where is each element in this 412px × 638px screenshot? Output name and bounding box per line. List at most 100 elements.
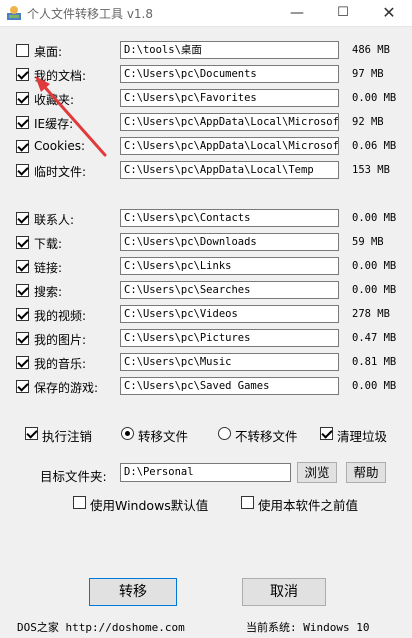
contacts-checkbox[interactable] xyxy=(16,212,29,225)
mode-no-transfer-radio[interactable] xyxy=(218,427,231,440)
previous-value-checkbox[interactable] xyxy=(241,496,254,509)
ie-cache-label: IE缓存: xyxy=(34,117,74,131)
pictures-label: 我的图片: xyxy=(34,333,87,347)
cookies-path-field[interactable]: C:\Users\pc\AppData\Local\Microsoft\ xyxy=(120,137,339,155)
videos-checkbox[interactable] xyxy=(16,308,29,321)
folder-row-cookies: Cookies: C:\Users\pc\AppData\Local\Micro… xyxy=(14,137,402,157)
downloads-size: 59 MB xyxy=(352,236,384,248)
window-title: 个人文件转移工具 v1.8 xyxy=(27,7,154,21)
documents-size: 97 MB xyxy=(352,68,384,80)
favorites-path-field[interactable]: C:\Users\pc\Favorites xyxy=(120,89,339,107)
folder-row-ie-cache: IE缓存: C:\Users\pc\AppData\Local\Microsof… xyxy=(14,113,402,133)
links-size: 0.00 MB xyxy=(352,260,397,272)
music-path-field[interactable]: C:\Users\pc\Music xyxy=(120,353,339,371)
contacts-path-field[interactable]: C:\Users\pc\Contacts xyxy=(120,209,339,227)
ie-cache-checkbox[interactable] xyxy=(16,116,29,129)
desktop-size: 486 MB xyxy=(352,44,390,56)
searches-size: 0.00 MB xyxy=(352,284,397,296)
downloads-path-field[interactable]: C:\Users\pc\Downloads xyxy=(120,233,339,251)
cookies-checkbox[interactable] xyxy=(16,140,29,153)
execute-logoff-checkbox[interactable] xyxy=(25,427,38,440)
folder-row-favorites: 收藏夹: C:\Users\pc\Favorites 0.00 MB xyxy=(14,89,402,109)
execute-logoff-label: 执行注销 xyxy=(42,429,93,444)
music-checkbox[interactable] xyxy=(16,356,29,369)
folder-row-contacts: 联系人: C:\Users\pc\Contacts 0.00 MB xyxy=(14,209,402,229)
temp-label: 临时文件: xyxy=(34,165,87,179)
close-button[interactable]: ✕ xyxy=(366,0,412,26)
folder-row-links: 链接: C:\Users\pc\Links 0.00 MB xyxy=(14,257,402,277)
folder-row-documents: 我的文档: C:\Users\pc\Documents 97 MB xyxy=(14,65,402,85)
mode-transfer-radio[interactable] xyxy=(121,427,134,440)
folder-row-downloads: 下载: C:\Users\pc\Downloads 59 MB xyxy=(14,233,402,253)
favorites-checkbox[interactable] xyxy=(16,92,29,105)
contacts-size: 0.00 MB xyxy=(352,212,397,224)
links-label: 链接: xyxy=(34,261,63,275)
searches-label: 搜索: xyxy=(34,285,63,299)
cancel-button[interactable]: 取消 xyxy=(242,578,326,606)
cookies-label: Cookies: xyxy=(34,139,86,153)
saved-games-checkbox[interactable] xyxy=(16,380,29,393)
links-checkbox[interactable] xyxy=(16,260,29,273)
documents-checkbox[interactable] xyxy=(16,68,29,81)
folder-row-music: 我的音乐: C:\Users\pc\Music 0.81 MB xyxy=(14,353,402,373)
mode-no-transfer-label: 不转移文件 xyxy=(235,429,298,444)
saved-games-label: 保存的游戏: xyxy=(34,381,99,395)
footer-system-info: 当前系统: Windows 10 xyxy=(246,621,370,634)
pictures-path-field[interactable]: C:\Users\pc\Pictures xyxy=(120,329,339,347)
maximize-button[interactable]: ☐ xyxy=(320,0,366,26)
execute-logoff-option[interactable]: 执行注销 xyxy=(25,425,115,444)
folder-row-saved-games: 保存的游戏: C:\Users\pc\Saved Games 0.00 MB xyxy=(14,377,402,397)
windows-default-label: 使用Windows默认值 xyxy=(90,498,209,513)
saved-games-size: 0.00 MB xyxy=(352,380,397,392)
temp-path-field[interactable]: C:\Users\pc\AppData\Local\Temp xyxy=(120,161,339,179)
videos-label: 我的视频: xyxy=(34,309,87,323)
downloads-checkbox[interactable] xyxy=(16,236,29,249)
mode-no-transfer-option[interactable]: 不转移文件 xyxy=(218,425,318,444)
documents-path-field[interactable]: C:\Users\pc\Documents xyxy=(120,65,339,83)
music-label: 我的音乐: xyxy=(34,357,87,371)
cookies-size: 0.06 MB xyxy=(352,140,397,152)
folder-row-searches: 搜索: C:\Users\pc\Searches 0.00 MB xyxy=(14,281,402,301)
ie-cache-path-field[interactable]: C:\Users\pc\AppData\Local\Microsoft\ xyxy=(120,113,339,131)
favorites-label: 收藏夹: xyxy=(34,93,75,107)
clean-junk-checkbox[interactable] xyxy=(320,427,333,440)
windows-default-checkbox[interactable] xyxy=(73,496,86,509)
desktop-label: 桌面: xyxy=(34,45,63,59)
pictures-size: 0.47 MB xyxy=(352,332,397,344)
windows-default-option[interactable]: 使用Windows默认值 xyxy=(73,494,223,513)
title-bar: 个人文件转移工具 v1.8 — ☐ ✕ xyxy=(0,0,412,27)
favorites-size: 0.00 MB xyxy=(352,92,397,104)
target-folder-label: 目标文件夹: xyxy=(40,469,107,484)
clean-junk-option[interactable]: 清理垃圾 xyxy=(320,425,400,444)
desktop-checkbox[interactable] xyxy=(16,44,29,57)
target-folder-input[interactable]: D:\Personal xyxy=(120,463,291,482)
folder-row-pictures: 我的图片: C:\Users\pc\Pictures 0.47 MB xyxy=(14,329,402,349)
transfer-button[interactable]: 转移 xyxy=(89,578,177,606)
music-size: 0.81 MB xyxy=(352,356,397,368)
mode-transfer-option[interactable]: 转移文件 xyxy=(121,425,211,444)
previous-value-label: 使用本软件之前值 xyxy=(258,498,359,513)
temp-size: 153 MB xyxy=(352,164,390,176)
folder-row-desktop: 桌面: D:\tools\桌面 486 MB xyxy=(14,41,402,61)
documents-label: 我的文档: xyxy=(34,69,87,83)
contacts-label: 联系人: xyxy=(34,213,75,227)
help-button[interactable]: 帮助 xyxy=(346,462,386,483)
folder-row-temp: 临时文件: C:\Users\pc\AppData\Local\Temp 153… xyxy=(14,161,402,181)
saved-games-path-field[interactable]: C:\Users\pc\Saved Games xyxy=(120,377,339,395)
previous-value-option[interactable]: 使用本软件之前值 xyxy=(241,494,381,513)
videos-path-field[interactable]: C:\Users\pc\Videos xyxy=(120,305,339,323)
desktop-path-field[interactable]: D:\tools\桌面 xyxy=(120,41,339,59)
footer-site-link[interactable]: DOS之家 http://doshome.com xyxy=(17,619,185,635)
pictures-checkbox[interactable] xyxy=(16,332,29,345)
app-icon xyxy=(7,6,21,20)
ie-cache-size: 92 MB xyxy=(352,116,384,128)
minimize-button[interactable]: — xyxy=(274,0,320,26)
temp-checkbox[interactable] xyxy=(16,164,29,177)
searches-path-field[interactable]: C:\Users\pc\Searches xyxy=(120,281,339,299)
browse-button[interactable]: 浏览 xyxy=(297,462,337,483)
mode-transfer-label: 转移文件 xyxy=(138,429,189,444)
searches-checkbox[interactable] xyxy=(16,284,29,297)
folder-row-videos: 我的视频: C:\Users\pc\Videos 278 MB xyxy=(14,305,402,325)
downloads-label: 下载: xyxy=(34,237,63,251)
links-path-field[interactable]: C:\Users\pc\Links xyxy=(120,257,339,275)
